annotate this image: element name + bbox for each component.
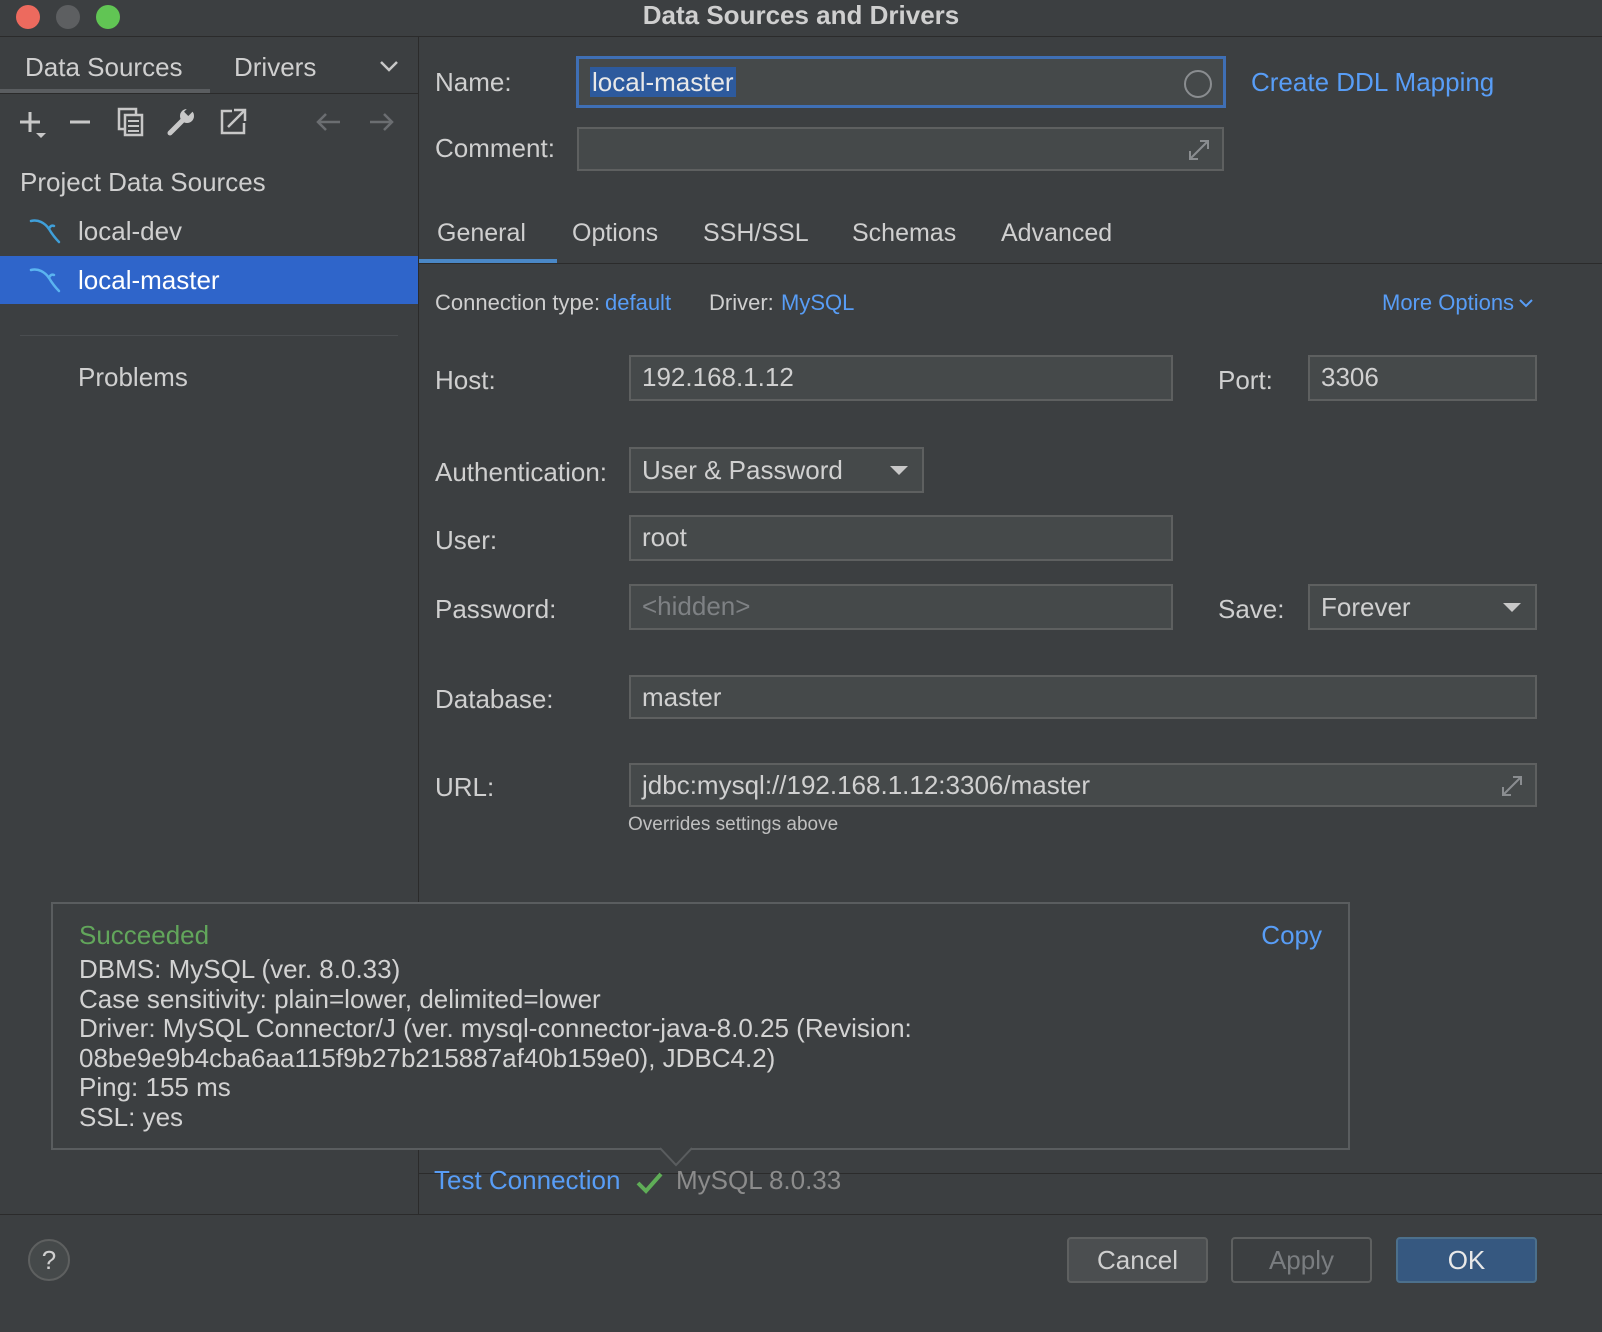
help-button[interactable]: ? [28, 1239, 70, 1281]
cancel-button[interactable]: Cancel [1067, 1237, 1208, 1283]
popup-pointer [660, 1147, 692, 1167]
dialog-button-bar: ? Cancel Apply OK [0, 1214, 1602, 1332]
color-circle-icon[interactable] [1183, 69, 1213, 99]
problems-item[interactable]: Problems [78, 362, 188, 393]
divider [20, 335, 398, 336]
driver-link[interactable]: MySQL [781, 290, 854, 316]
apply-button[interactable]: Apply [1231, 1237, 1372, 1283]
authentication-value: User & Password [642, 455, 843, 485]
create-ddl-mapping-link[interactable]: Create DDL Mapping [1251, 67, 1494, 98]
url-label: URL: [435, 772, 495, 802]
password-label: Password: [435, 594, 557, 624]
connection-type-link[interactable]: default [605, 290, 671, 316]
checkmark-icon [636, 1172, 663, 1194]
test-result-version: MySQL 8.0.33 [676, 1165, 842, 1195]
more-options-label: More Options [1382, 290, 1515, 315]
tab-general[interactable]: General [437, 213, 526, 259]
host-input[interactable]: 192.168.1.12 [629, 355, 1173, 401]
port-input[interactable]: 3306 [1308, 355, 1537, 401]
tab-schemas[interactable]: Schemas [852, 213, 956, 259]
driver-label: Driver: [709, 290, 774, 315]
tabs-divider [419, 263, 1602, 264]
forward-arrow-icon[interactable] [364, 105, 398, 139]
dropdown-arrow-icon [1503, 603, 1521, 612]
comment-label: Comment: [435, 133, 555, 163]
password-input[interactable]: <hidden> [629, 584, 1173, 630]
port-label: Port: [1218, 365, 1273, 395]
popup-line: DBMS: MySQL (ver. 8.0.33) [79, 954, 401, 984]
connection-type-label: Connection type: [435, 290, 601, 315]
tab-data-sources[interactable]: Data Sources [25, 47, 183, 87]
data-sources-dialog: Data Sources and Drivers Data Sources Dr… [0, 0, 1602, 1332]
expand-icon[interactable] [1499, 773, 1525, 799]
tab-ssh-ssl[interactable]: SSH/SSL [703, 213, 809, 259]
expand-icon[interactable] [1186, 137, 1212, 163]
duplicate-icon[interactable] [114, 105, 148, 139]
host-label: Host: [435, 365, 496, 395]
tab-advanced[interactable]: Advanced [1001, 213, 1112, 259]
popup-status: Succeeded [79, 920, 210, 950]
test-connection-popup: Succeeded Copy DBMS: MySQL (ver. 8.0.33)… [51, 902, 1350, 1150]
comment-input[interactable] [577, 127, 1224, 171]
project-data-sources-header: Project Data Sources [20, 167, 266, 197]
title-bar: Data Sources and Drivers [0, 0, 1602, 37]
authentication-select[interactable]: User & Password [629, 447, 924, 493]
url-value: jdbc:mysql://192.168.1.12:3306/master [642, 770, 1091, 800]
name-input[interactable]: local-master [576, 56, 1226, 108]
more-options-link[interactable]: More Options [1382, 290, 1533, 316]
datasource-item-local-master[interactable]: local-master [0, 256, 418, 304]
mysql-dolphin-icon [29, 268, 61, 293]
datasource-item-local-dev[interactable]: local-dev [0, 207, 418, 255]
database-label: Database: [435, 684, 554, 714]
dropdown-arrow-icon [890, 466, 908, 475]
tabs-divider [0, 93, 418, 94]
popup-line: Case sensitivity: plain=lower, delimited… [79, 984, 601, 1014]
authentication-label: Authentication: [435, 457, 608, 487]
tab-options[interactable]: Options [572, 213, 658, 259]
popup-line: Driver: MySQL Connector/J (ver. mysql-co… [79, 1013, 912, 1043]
wrench-icon[interactable] [164, 105, 198, 139]
save-select[interactable]: Forever [1308, 584, 1537, 630]
url-input[interactable]: jdbc:mysql://192.168.1.12:3306/master [629, 763, 1537, 807]
name-input-value: local-master [590, 67, 736, 97]
chevron-down-icon[interactable] [378, 55, 400, 77]
datasource-label: local-dev [78, 215, 183, 246]
save-label: Save: [1218, 594, 1285, 624]
popup-line: SSL: yes [79, 1102, 184, 1132]
user-label: User: [435, 525, 498, 555]
chevron-down-icon [1519, 299, 1533, 308]
test-connection-link[interactable]: Test Connection [434, 1165, 620, 1196]
save-value: Forever [1321, 592, 1411, 622]
user-input[interactable]: root [629, 515, 1173, 561]
name-label: Name: [435, 67, 512, 97]
tab-drivers[interactable]: Drivers [234, 47, 316, 87]
mysql-dolphin-icon [29, 219, 61, 244]
remove-icon[interactable] [64, 105, 98, 139]
datasource-label: local-master [78, 264, 220, 295]
export-icon[interactable] [216, 105, 250, 139]
popup-line: Ping: 155 ms [79, 1072, 231, 1102]
popup-line: 08be9e9b4cba6aa115f9b27b215887af40b159e0… [79, 1043, 776, 1073]
database-input[interactable]: master [629, 675, 1537, 719]
add-icon[interactable] [16, 105, 50, 139]
window-title: Data Sources and Drivers [642, 0, 960, 30]
copy-link[interactable]: Copy [1261, 920, 1322, 951]
back-arrow-icon[interactable] [312, 105, 346, 139]
ok-button[interactable]: OK [1396, 1237, 1537, 1283]
url-hint: Overrides settings above [628, 814, 839, 835]
